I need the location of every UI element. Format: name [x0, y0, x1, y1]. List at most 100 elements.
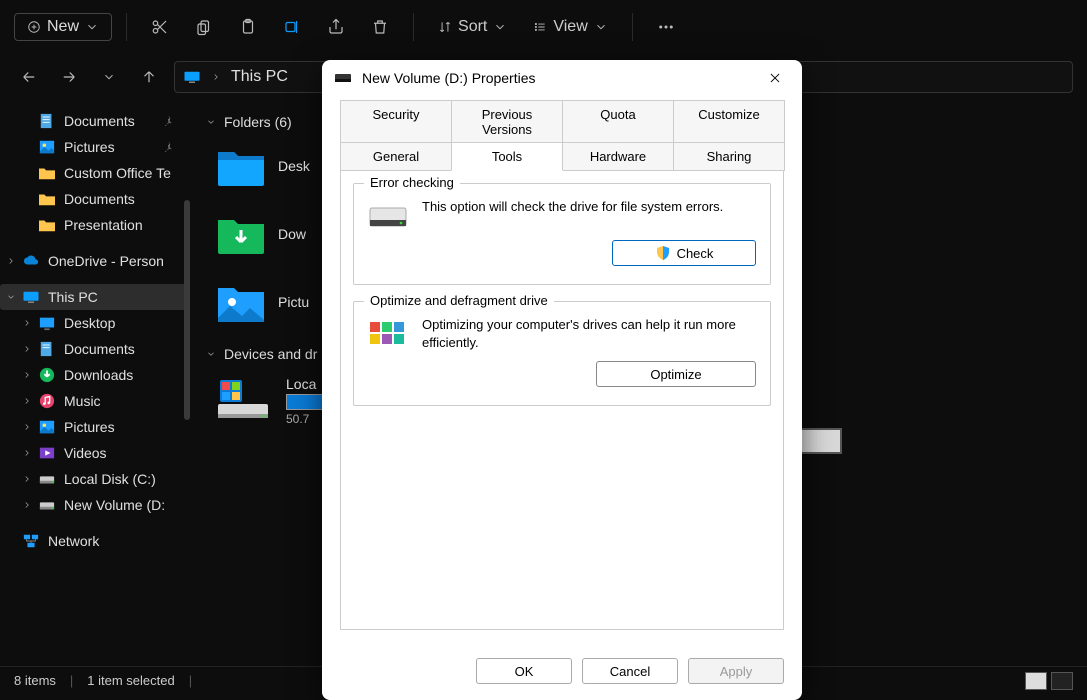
folder-item-downloads[interactable]: Dow [216, 212, 306, 256]
view-tiles-button[interactable] [1051, 672, 1073, 690]
more-button[interactable] [647, 12, 685, 42]
cut-button[interactable] [141, 12, 179, 42]
expand-icon[interactable] [4, 254, 18, 268]
tab-tools[interactable]: Tools [451, 142, 563, 171]
expand-icon[interactable] [20, 316, 34, 330]
sidebar-item-pictures-pc[interactable]: Pictures [0, 414, 190, 440]
sidebar-item-custom-office[interactable]: Custom Office Te [0, 160, 190, 186]
sidebar-item-documents-pc[interactable]: Documents [0, 336, 190, 362]
check-button[interactable]: Check [612, 240, 756, 266]
view-details-button[interactable] [1025, 672, 1047, 690]
sidebar-item-local-disk-c[interactable]: Local Disk (C:) [0, 466, 190, 492]
toolbar-separator [413, 13, 414, 41]
view-icon [533, 20, 547, 34]
drive-icon [368, 200, 408, 230]
sidebar-item-label: Downloads [64, 367, 133, 383]
pictures-icon [38, 139, 56, 155]
sort-button[interactable]: Sort [428, 12, 517, 42]
back-button[interactable] [14, 62, 44, 92]
new-button[interactable]: New [14, 13, 112, 41]
breadcrumb-this-pc[interactable]: This PC [231, 68, 288, 86]
expand-icon[interactable] [20, 368, 34, 382]
sidebar-item-onedrive[interactable]: OneDrive - Person [0, 248, 190, 274]
dialog-tabs: Security Previous Versions Quota Customi… [322, 96, 802, 170]
document-icon [38, 341, 56, 357]
chevron-down-icon [85, 20, 99, 34]
apply-button[interactable]: Apply [688, 658, 784, 684]
rename-button[interactable] [273, 12, 311, 42]
sidebar-item-label: Documents [64, 113, 135, 129]
expand-icon[interactable] [20, 394, 34, 408]
folder-label: Desk [278, 158, 310, 174]
pin-icon [162, 115, 174, 127]
share-button[interactable] [317, 12, 355, 42]
drive-icon [38, 497, 56, 513]
delete-button[interactable] [361, 12, 399, 42]
sidebar: Documents Pictures Custom Office Te Docu… [0, 100, 190, 666]
pictures-icon [38, 419, 56, 435]
dialog-titlebar[interactable]: New Volume (D:) Properties [322, 60, 802, 96]
expand-icon[interactable] [20, 472, 34, 486]
sidebar-item-pictures[interactable]: Pictures [0, 134, 190, 160]
collapse-icon[interactable] [4, 290, 18, 304]
tab-security[interactable]: Security [340, 100, 452, 143]
view-button[interactable]: View [523, 12, 617, 42]
sidebar-item-documents-2[interactable]: Documents [0, 186, 190, 212]
drive-icon [334, 72, 352, 84]
desktop-icon [38, 315, 56, 331]
tab-quota[interactable]: Quota [562, 100, 674, 143]
tab-customize[interactable]: Customize [673, 100, 785, 143]
copy-button[interactable] [185, 12, 223, 42]
ok-button[interactable]: OK [476, 658, 572, 684]
error-checking-legend: Error checking [364, 175, 460, 190]
sidebar-item-label: OneDrive - Person [48, 253, 164, 269]
chevron-down-icon [206, 117, 216, 127]
network-icon [22, 533, 40, 549]
sidebar-scrollbar[interactable] [184, 200, 190, 420]
folder-label: Dow [278, 226, 306, 242]
sidebar-item-network[interactable]: Network [0, 528, 190, 554]
status-items-count: 8 items [14, 673, 56, 688]
folder-item-desktop[interactable]: Desk [216, 144, 310, 188]
expand-icon[interactable] [20, 446, 34, 460]
sidebar-item-documents[interactable]: Documents [0, 108, 190, 134]
paste-icon [239, 18, 257, 36]
tab-hardware[interactable]: Hardware [562, 142, 674, 171]
up-button[interactable] [134, 62, 164, 92]
forward-button[interactable] [54, 62, 84, 92]
tab-previous-versions[interactable]: Previous Versions [451, 100, 563, 143]
status-separator: | [70, 673, 73, 688]
chevron-right-icon [211, 72, 221, 82]
sidebar-item-presentation[interactable]: Presentation [0, 212, 190, 238]
view-label: View [553, 18, 587, 36]
sidebar-item-new-volume-d[interactable]: New Volume (D: [0, 492, 190, 518]
sidebar-item-label: Videos [64, 445, 107, 461]
defrag-icon [368, 318, 408, 348]
error-checking-group: Error checking This option will check th… [353, 183, 771, 285]
paste-button[interactable] [229, 12, 267, 42]
sidebar-item-label: Custom Office Te [64, 165, 171, 181]
cancel-button[interactable]: Cancel [582, 658, 678, 684]
close-button[interactable] [760, 63, 790, 93]
sidebar-item-this-pc[interactable]: This PC [0, 284, 190, 310]
sidebar-item-label: Presentation [64, 217, 143, 233]
sidebar-item-music[interactable]: Music [0, 388, 190, 414]
sidebar-item-desktop[interactable]: Desktop [0, 310, 190, 336]
folder-item-pictures[interactable]: Pictu [216, 280, 309, 324]
optimize-text: Optimizing your computer's drives can he… [422, 316, 756, 351]
tab-sharing[interactable]: Sharing [673, 142, 785, 171]
trash-icon [371, 18, 389, 36]
optimize-button[interactable]: Optimize [596, 361, 756, 387]
drive-item-new-volume-partial[interactable] [800, 430, 840, 452]
chevron-down-icon [102, 70, 116, 84]
download-icon [38, 367, 56, 383]
expand-icon[interactable] [20, 420, 34, 434]
expand-icon[interactable] [20, 342, 34, 356]
tab-general[interactable]: General [340, 142, 452, 171]
folder-icon [38, 191, 56, 207]
expand-icon[interactable] [20, 498, 34, 512]
sidebar-item-downloads[interactable]: Downloads [0, 362, 190, 388]
optimize-legend: Optimize and defragment drive [364, 293, 554, 308]
sidebar-item-videos[interactable]: Videos [0, 440, 190, 466]
recent-button[interactable] [94, 62, 124, 92]
